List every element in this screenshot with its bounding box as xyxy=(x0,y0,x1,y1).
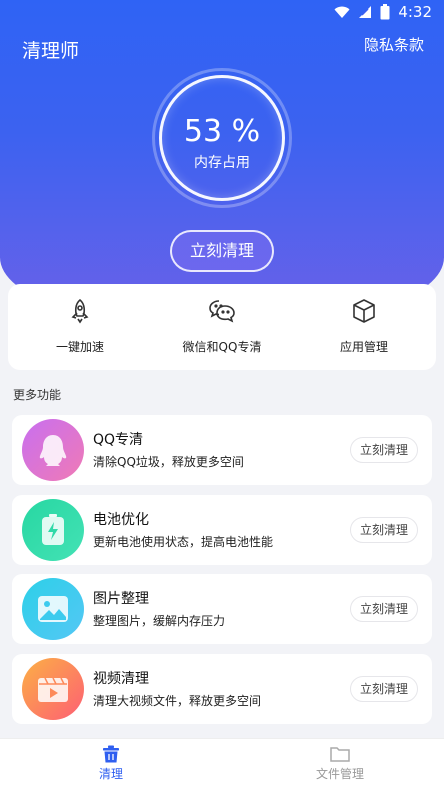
feature-card-qq[interactable]: QQ专清 清除QQ垃圾，释放更多空间 立刻清理 xyxy=(12,415,432,485)
feature-card-images[interactable]: 图片整理 整理图片，缓解内存压力 立刻清理 xyxy=(12,574,432,644)
feature-title: 图片整理 xyxy=(93,591,149,607)
memory-percent: 53 % xyxy=(183,114,261,149)
trash-icon xyxy=(103,745,119,763)
folder-icon xyxy=(330,747,350,762)
app-title: 清理师 xyxy=(22,40,80,62)
signal-icon xyxy=(359,6,372,18)
feature-title: 电池优化 xyxy=(93,512,149,528)
quick-actions-card: 一键加速 微信和QQ专清 应用管理 xyxy=(8,284,436,370)
battery-icon xyxy=(22,499,84,561)
privacy-link[interactable]: 隐私条款 xyxy=(364,34,424,55)
feature-desc: 整理图片，缓解内存压力 xyxy=(93,614,226,628)
nav-tab-label: 清理 xyxy=(98,767,123,781)
nav-tab-files[interactable]: 文件管理 xyxy=(310,745,370,782)
quick-action-label: 微信和QQ专清 xyxy=(182,340,262,354)
quick-action-boost[interactable]: 一键加速 xyxy=(10,298,150,355)
feature-clean-button[interactable]: 立刻清理 xyxy=(350,437,418,463)
feature-card-video[interactable]: 视频清理 清理大视频文件，释放更多空间 立刻清理 xyxy=(12,654,432,724)
feature-clean-button[interactable]: 立刻清理 xyxy=(350,596,418,622)
wifi-icon xyxy=(334,6,350,18)
status-time: 4:32 xyxy=(398,3,432,21)
feature-clean-button[interactable]: 立刻清理 xyxy=(350,676,418,702)
quick-action-app-manage[interactable]: 应用管理 xyxy=(294,298,434,355)
penguin-icon xyxy=(22,419,84,481)
clean-now-button[interactable]: 立刻清理 xyxy=(170,230,274,272)
feature-title: 视频清理 xyxy=(93,671,149,687)
status-bar: 4:32 xyxy=(0,0,444,24)
feature-desc: 更新电池使用状态，提高电池性能 xyxy=(93,535,274,549)
quick-action-label: 一键加速 xyxy=(55,340,104,354)
feature-title: QQ专清 xyxy=(93,432,144,448)
chat-icon xyxy=(209,300,235,323)
video-icon xyxy=(22,658,84,720)
quick-action-label: 应用管理 xyxy=(339,340,388,354)
memory-caption: 内存占用 xyxy=(194,155,250,171)
bottom-nav: 清理 文件管理 xyxy=(0,738,444,789)
image-icon xyxy=(22,578,84,640)
quick-action-chat-clean[interactable]: 微信和QQ专清 xyxy=(152,298,292,355)
more-features-title: 更多功能 xyxy=(13,388,62,402)
feature-desc: 清除QQ垃圾，释放更多空间 xyxy=(93,455,244,469)
feature-desc: 清理大视频文件，释放更多空间 xyxy=(93,694,262,708)
battery-status-icon xyxy=(380,4,390,20)
feature-card-battery[interactable]: 电池优化 更新电池使用状态，提高电池性能 立刻清理 xyxy=(12,495,432,565)
box-icon xyxy=(353,299,375,323)
feature-clean-button[interactable]: 立刻清理 xyxy=(350,517,418,543)
rocket-icon xyxy=(71,298,89,324)
nav-tab-label: 文件管理 xyxy=(315,767,364,781)
nav-tab-clean[interactable]: 清理 xyxy=(88,745,134,782)
